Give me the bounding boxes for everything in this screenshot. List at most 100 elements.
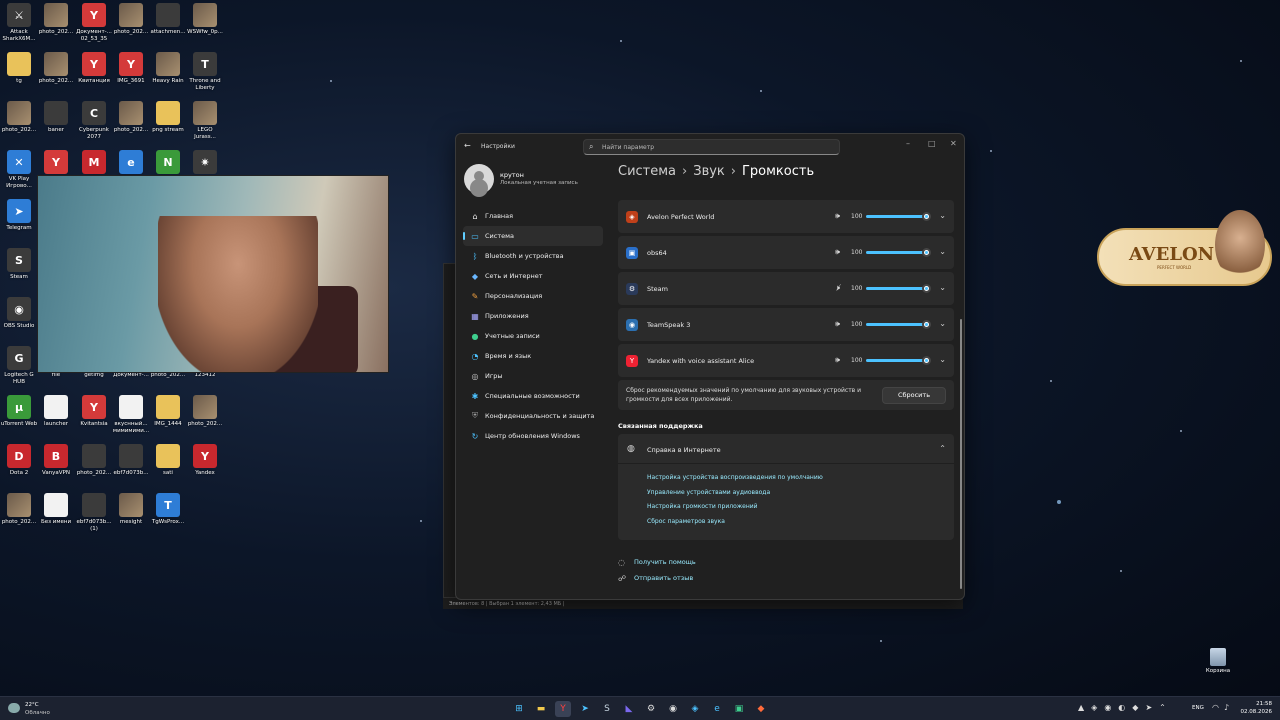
online-help-header[interactable]: ◍ Справка в Интернете ⌃ — [618, 434, 954, 464]
desktop-icon[interactable]: photo_202... — [0, 493, 38, 526]
chevron-down-icon[interactable]: ⌄ — [939, 355, 946, 364]
minimize-icon[interactable]: – — [906, 139, 910, 148]
desktop-icon[interactable]: Без имени — [37, 493, 75, 526]
nav-item[interactable]: ᛒ Bluetooth и устройства — [463, 246, 603, 266]
speaker-icon[interactable]: 🕪 — [835, 319, 840, 329]
nav-item[interactable]: ⛨ Конфиденциальность и защита — [463, 406, 603, 426]
desktop-icon[interactable]: C Cyberpunk 2077 — [75, 101, 113, 140]
chevron-down-icon[interactable]: ⌄ — [939, 319, 946, 328]
help-link[interactable]: Сброс параметров звука — [647, 518, 823, 533]
volume-slider-track[interactable] — [866, 287, 928, 290]
desktop-icon[interactable]: Y IMG_3691 — [112, 52, 150, 85]
desktop-icon[interactable]: ⚔ Attack SharkX6M... — [0, 3, 38, 42]
nav-item[interactable]: ▭ Система — [463, 226, 603, 246]
volume-slider-track[interactable] — [866, 251, 928, 254]
speaker-muted-icon[interactable]: 🕨̸ — [835, 283, 840, 293]
tray-teamspeak-icon[interactable]: ◉ — [1104, 703, 1111, 712]
desktop-icon[interactable]: T TgWsProx... — [149, 493, 187, 526]
volume-slider-track[interactable] — [866, 359, 928, 362]
desktop-icon[interactable]: ebf7d073b... (1) — [75, 493, 113, 532]
nav-item[interactable]: ⌂ Главная — [463, 206, 603, 226]
volume-icon[interactable]: ♪ — [1224, 703, 1229, 712]
help-link[interactable]: Настройка громкости приложений — [647, 503, 823, 518]
desktop-icon[interactable]: вкуснный... мимимими... — [112, 395, 150, 434]
nav-item[interactable]: ◎ Игры — [463, 366, 603, 386]
game-icon[interactable]: ◆ — [753, 701, 769, 717]
tray-game-icon[interactable]: ◆ — [1132, 703, 1138, 712]
nav-item[interactable]: ◔ Время и язык — [463, 346, 603, 366]
tray-discord-icon[interactable]: ◐ — [1118, 703, 1125, 712]
nav-item[interactable]: ▦ Приложения — [463, 306, 603, 326]
desktop-icon[interactable]: photo_202... — [37, 52, 75, 85]
telegram-icon[interactable]: ➤ — [577, 701, 593, 717]
nav-item[interactable]: ✱ Специальные возможности — [463, 386, 603, 406]
desktop-icon[interactable]: µ uTorrent Web — [0, 395, 38, 428]
desktop-icon[interactable]: photo_202... — [186, 395, 224, 428]
search-input[interactable]: ⌕ Найти параметр — [583, 139, 840, 155]
chevron-down-icon[interactable]: ⌄ — [939, 211, 946, 220]
desktop-icon[interactable]: photo_202... — [0, 101, 38, 134]
desktop-icon[interactable]: mesight — [112, 493, 150, 526]
teamspeak-icon[interactable]: ◈ — [687, 701, 703, 717]
settings-icon[interactable]: ⚙ — [643, 701, 659, 717]
app-icon[interactable]: ▣ — [731, 701, 747, 717]
desktop-icon[interactable]: baner — [37, 101, 75, 134]
yandex-browser-icon[interactable]: Y — [555, 701, 571, 717]
desktop-icon[interactable]: B VanyaVPN — [37, 444, 75, 477]
tray-chevron-icon[interactable]: ⌃ — [1159, 703, 1166, 712]
desktop-icon[interactable]: png stream — [149, 101, 187, 134]
desktop-icon[interactable]: ➤ Telegram — [0, 199, 38, 232]
start-icon[interactable]: ⊞ — [511, 701, 527, 717]
desktop-icon[interactable]: Heavy Rain — [149, 52, 187, 85]
volume-slider-thumb[interactable] — [922, 212, 931, 221]
speaker-icon[interactable]: 🕪 — [835, 211, 840, 221]
desktop-icon[interactable]: attachmen... — [149, 3, 187, 36]
chevron-down-icon[interactable]: ⌄ — [939, 247, 946, 256]
desktop-icon[interactable]: tg — [0, 52, 38, 85]
desktop-icon[interactable]: ◉ OBS Studio — [0, 297, 38, 330]
desktop-icon[interactable]: photo_202... — [75, 444, 113, 477]
wifi-icon[interactable]: ◠ — [1212, 703, 1219, 712]
clock[interactable]: 21:58 02.08.2026 — [1240, 700, 1273, 716]
speaker-icon[interactable]: 🕪 — [835, 355, 840, 365]
desktop-icon[interactable]: Y Квитанция — [75, 52, 113, 85]
send-feedback-link[interactable]: ☍ Отправить отзыв — [618, 570, 954, 586]
breadcrumb-sound[interactable]: Звук — [693, 164, 725, 179]
chevron-down-icon[interactable]: ⌄ — [939, 283, 946, 292]
tray-network-icon[interactable]: ◈ — [1091, 703, 1097, 712]
tray-app-icon[interactable]: ▲ — [1078, 703, 1084, 712]
maximize-icon[interactable]: □ — [928, 139, 936, 148]
desktop-icon[interactable]: LEGO Jurass... — [186, 101, 224, 140]
obs-icon[interactable]: ◉ — [665, 701, 681, 717]
desktop-icon[interactable]: launcher — [37, 395, 75, 428]
desktop-icon[interactable]: Y Документ-... 02_53_35 — [75, 3, 113, 42]
chevron-up-icon[interactable]: ⌃ — [939, 444, 946, 453]
recycle-bin[interactable]: Корзина — [1200, 648, 1236, 674]
help-link[interactable]: Управление устройствами аудиоввода — [647, 489, 823, 504]
breadcrumb-system[interactable]: Система — [618, 164, 676, 179]
get-help-link[interactable]: ◌ Получить помощь — [618, 554, 954, 570]
title-bar[interactable]: ← Настройки ⌕ Найти параметр – □ ✕ — [456, 134, 964, 158]
volume-slider-thumb[interactable] — [922, 248, 931, 257]
desktop-icon[interactable]: G Logitech G HUB — [0, 346, 38, 385]
desktop-icon[interactable]: D Dota 2 — [0, 444, 38, 477]
desktop-icon[interactable]: photo_202... — [112, 101, 150, 134]
reset-button[interactable]: Сбросить — [882, 387, 946, 404]
nav-item[interactable]: ✎ Персонализация — [463, 286, 603, 306]
vk-icon[interactable]: ◣ — [621, 701, 637, 717]
desktop-icon[interactable]: Y Kvitantsia — [75, 395, 113, 428]
desktop-icon[interactable]: WSWfw_0p... — [186, 3, 224, 36]
avatar[interactable] — [464, 164, 494, 194]
settings-window[interactable]: ← Настройки ⌕ Найти параметр – □ ✕ круто… — [455, 133, 965, 600]
volume-slider-thumb[interactable] — [922, 284, 931, 293]
avelon-widget[interactable]: AVELON PERFECT WORLD — [1097, 210, 1272, 286]
nav-item[interactable]: ◆ Сеть и Интернет — [463, 266, 603, 286]
desktop-icon[interactable]: ebf7d073b... — [112, 444, 150, 477]
volume-slider-track[interactable] — [866, 323, 928, 326]
close-icon[interactable]: ✕ — [950, 139, 957, 148]
volume-slider-thumb[interactable] — [922, 356, 931, 365]
desktop-icon[interactable]: S Steam — [0, 248, 38, 281]
desktop-icon[interactable]: sati — [149, 444, 187, 477]
desktop-icon[interactable]: photo_202... — [112, 3, 150, 36]
steam-icon[interactable]: S — [599, 701, 615, 717]
